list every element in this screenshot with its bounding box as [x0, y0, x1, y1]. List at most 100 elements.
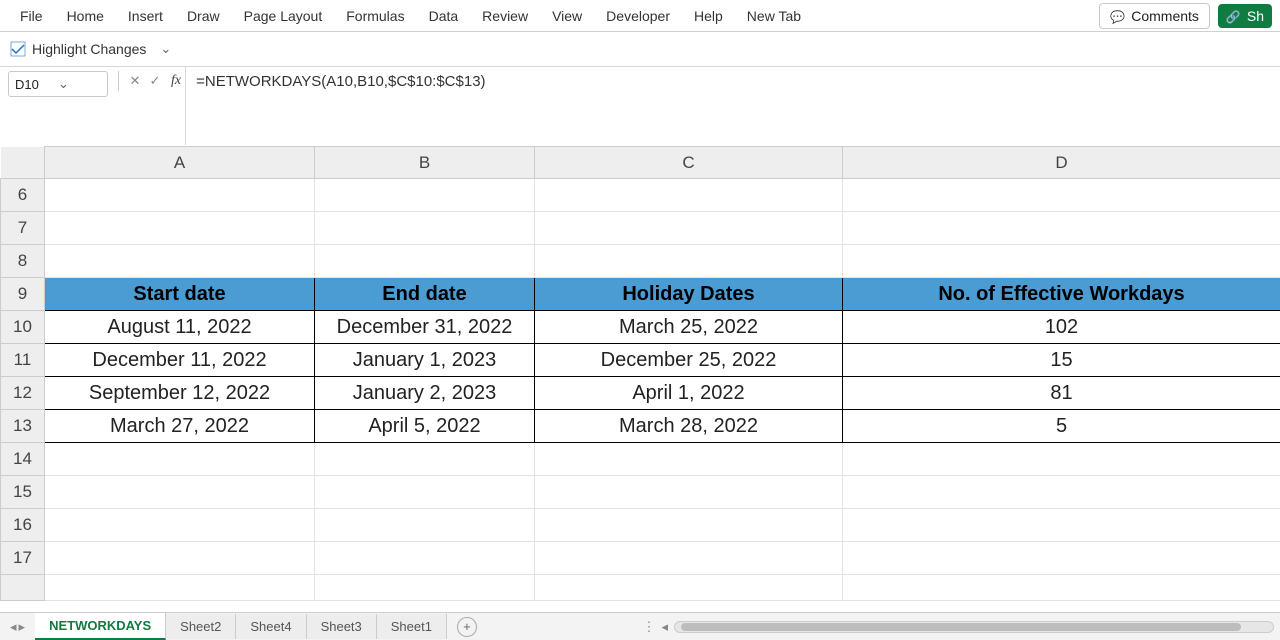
row-header-10[interactable]: 10: [1, 311, 45, 344]
row-header-16[interactable]: 16: [1, 509, 45, 542]
quickbar-customize-caret[interactable]: ⌄: [160, 41, 171, 57]
horizontal-scroll-thumb[interactable]: [681, 623, 1241, 631]
row-header-13[interactable]: 13: [1, 410, 45, 443]
cell-A13[interactable]: March 27, 2022: [45, 410, 315, 443]
menu-draw[interactable]: Draw: [175, 2, 232, 30]
cell-C17[interactable]: [535, 542, 843, 575]
row-header-8[interactable]: 8: [1, 245, 45, 278]
cell-C18[interactable]: [535, 575, 843, 601]
cell-B8[interactable]: [315, 245, 535, 278]
cell-A16[interactable]: [45, 509, 315, 542]
cell-B12[interactable]: January 2, 2023: [315, 377, 535, 410]
cell-C14[interactable]: [535, 443, 843, 476]
horizontal-scrollbar[interactable]: [674, 621, 1274, 633]
sheet-tab-sheet2[interactable]: Sheet2: [166, 614, 236, 639]
cell-C12[interactable]: April 1, 2022: [535, 377, 843, 410]
cell-D11[interactable]: 15: [843, 344, 1280, 377]
row-header-17[interactable]: 17: [1, 542, 45, 575]
menu-developer[interactable]: Developer: [594, 2, 682, 30]
add-sheet-button[interactable]: +: [457, 617, 477, 637]
name-box[interactable]: D10 ⌄: [8, 71, 108, 97]
cell-C15[interactable]: [535, 476, 843, 509]
comments-button[interactable]: Comments: [1099, 3, 1210, 29]
cell-A11[interactable]: December 11, 2022: [45, 344, 315, 377]
cell-C13[interactable]: March 28, 2022: [535, 410, 843, 443]
tab-nav-next-icon[interactable]: ▸: [19, 619, 26, 635]
cell-A8[interactable]: [45, 245, 315, 278]
cell-D14[interactable]: [843, 443, 1280, 476]
menu-new-tab[interactable]: New Tab: [735, 2, 813, 30]
cell-D8[interactable]: [843, 245, 1280, 278]
cell-B15[interactable]: [315, 476, 535, 509]
cell-A12[interactable]: September 12, 2022: [45, 377, 315, 410]
menu-review[interactable]: Review: [470, 2, 540, 30]
cell-C9[interactable]: Holiday Dates: [535, 278, 843, 311]
row-header-18-partial[interactable]: [1, 575, 45, 601]
cell-A9[interactable]: Start date: [45, 278, 315, 311]
formula-input[interactable]: =NETWORKDAYS(A10,B10,$C$10:$C$13): [185, 67, 1280, 145]
cell-D15[interactable]: [843, 476, 1280, 509]
cell-D6[interactable]: [843, 179, 1280, 212]
col-header-C[interactable]: C: [535, 147, 843, 179]
row-header-9[interactable]: 9: [1, 278, 45, 311]
tab-nav-prev-icon[interactable]: ◂: [10, 619, 17, 635]
cell-B6[interactable]: [315, 179, 535, 212]
row-header-12[interactable]: 12: [1, 377, 45, 410]
select-all-corner[interactable]: [1, 147, 45, 179]
menu-formulas[interactable]: Formulas: [334, 2, 416, 30]
cell-B13[interactable]: April 5, 2022: [315, 410, 535, 443]
col-header-B[interactable]: B: [315, 147, 535, 179]
menu-page-layout[interactable]: Page Layout: [232, 2, 335, 30]
row-header-11[interactable]: 11: [1, 344, 45, 377]
cell-B16[interactable]: [315, 509, 535, 542]
cell-B11[interactable]: January 1, 2023: [315, 344, 535, 377]
cell-D7[interactable]: [843, 212, 1280, 245]
menu-insert[interactable]: Insert: [116, 2, 175, 30]
cancel-formula-icon[interactable]: ✕: [127, 73, 143, 89]
col-header-A[interactable]: A: [45, 147, 315, 179]
sheet-tab-sheet4[interactable]: Sheet4: [236, 614, 306, 639]
cell-C11[interactable]: December 25, 2022: [535, 344, 843, 377]
sheet-tab-sheet3[interactable]: Sheet3: [307, 614, 377, 639]
cell-C8[interactable]: [535, 245, 843, 278]
cell-D16[interactable]: [843, 509, 1280, 542]
spreadsheet-grid[interactable]: A B C D 6 7 8 9 Start date End date Holi…: [0, 146, 1280, 601]
cell-B7[interactable]: [315, 212, 535, 245]
menu-view[interactable]: View: [540, 2, 594, 30]
row-header-15[interactable]: 15: [1, 476, 45, 509]
name-box-dropdown-icon[interactable]: ⌄: [58, 76, 101, 92]
row-header-6[interactable]: 6: [1, 179, 45, 212]
cell-D10[interactable]: 102: [843, 311, 1280, 344]
cell-B14[interactable]: [315, 443, 535, 476]
highlight-changes-button[interactable]: Highlight Changes: [10, 41, 146, 57]
cell-D17[interactable]: [843, 542, 1280, 575]
sheet-tab-sheet1[interactable]: Sheet1: [377, 614, 447, 639]
menu-help[interactable]: Help: [682, 2, 735, 30]
cell-A18[interactable]: [45, 575, 315, 601]
menu-home[interactable]: Home: [55, 2, 116, 30]
cell-A10[interactable]: August 11, 2022: [45, 311, 315, 344]
row-header-14[interactable]: 14: [1, 443, 45, 476]
fx-icon[interactable]: fx: [171, 73, 181, 89]
cell-A14[interactable]: [45, 443, 315, 476]
share-button[interactable]: Sh: [1218, 4, 1272, 28]
cell-B17[interactable]: [315, 542, 535, 575]
sheet-tab-networkdays[interactable]: NETWORKDAYS: [35, 613, 166, 640]
cell-C10[interactable]: March 25, 2022: [535, 311, 843, 344]
cell-A15[interactable]: [45, 476, 315, 509]
cell-B10[interactable]: December 31, 2022: [315, 311, 535, 344]
col-header-D[interactable]: D: [843, 147, 1280, 179]
cell-B18[interactable]: [315, 575, 535, 601]
cell-B9[interactable]: End date: [315, 278, 535, 311]
menu-data[interactable]: Data: [417, 2, 471, 30]
cell-C16[interactable]: [535, 509, 843, 542]
menu-file[interactable]: File: [8, 2, 55, 30]
cell-D12[interactable]: 81: [843, 377, 1280, 410]
tabstrip-menu-icon[interactable]: ⋮: [642, 619, 655, 635]
hscroll-left-icon[interactable]: ◂: [661, 619, 668, 635]
cell-C7[interactable]: [535, 212, 843, 245]
row-header-7[interactable]: 7: [1, 212, 45, 245]
cell-D13[interactable]: 5: [843, 410, 1280, 443]
cell-A6[interactable]: [45, 179, 315, 212]
accept-formula-icon[interactable]: ✓: [147, 73, 163, 89]
